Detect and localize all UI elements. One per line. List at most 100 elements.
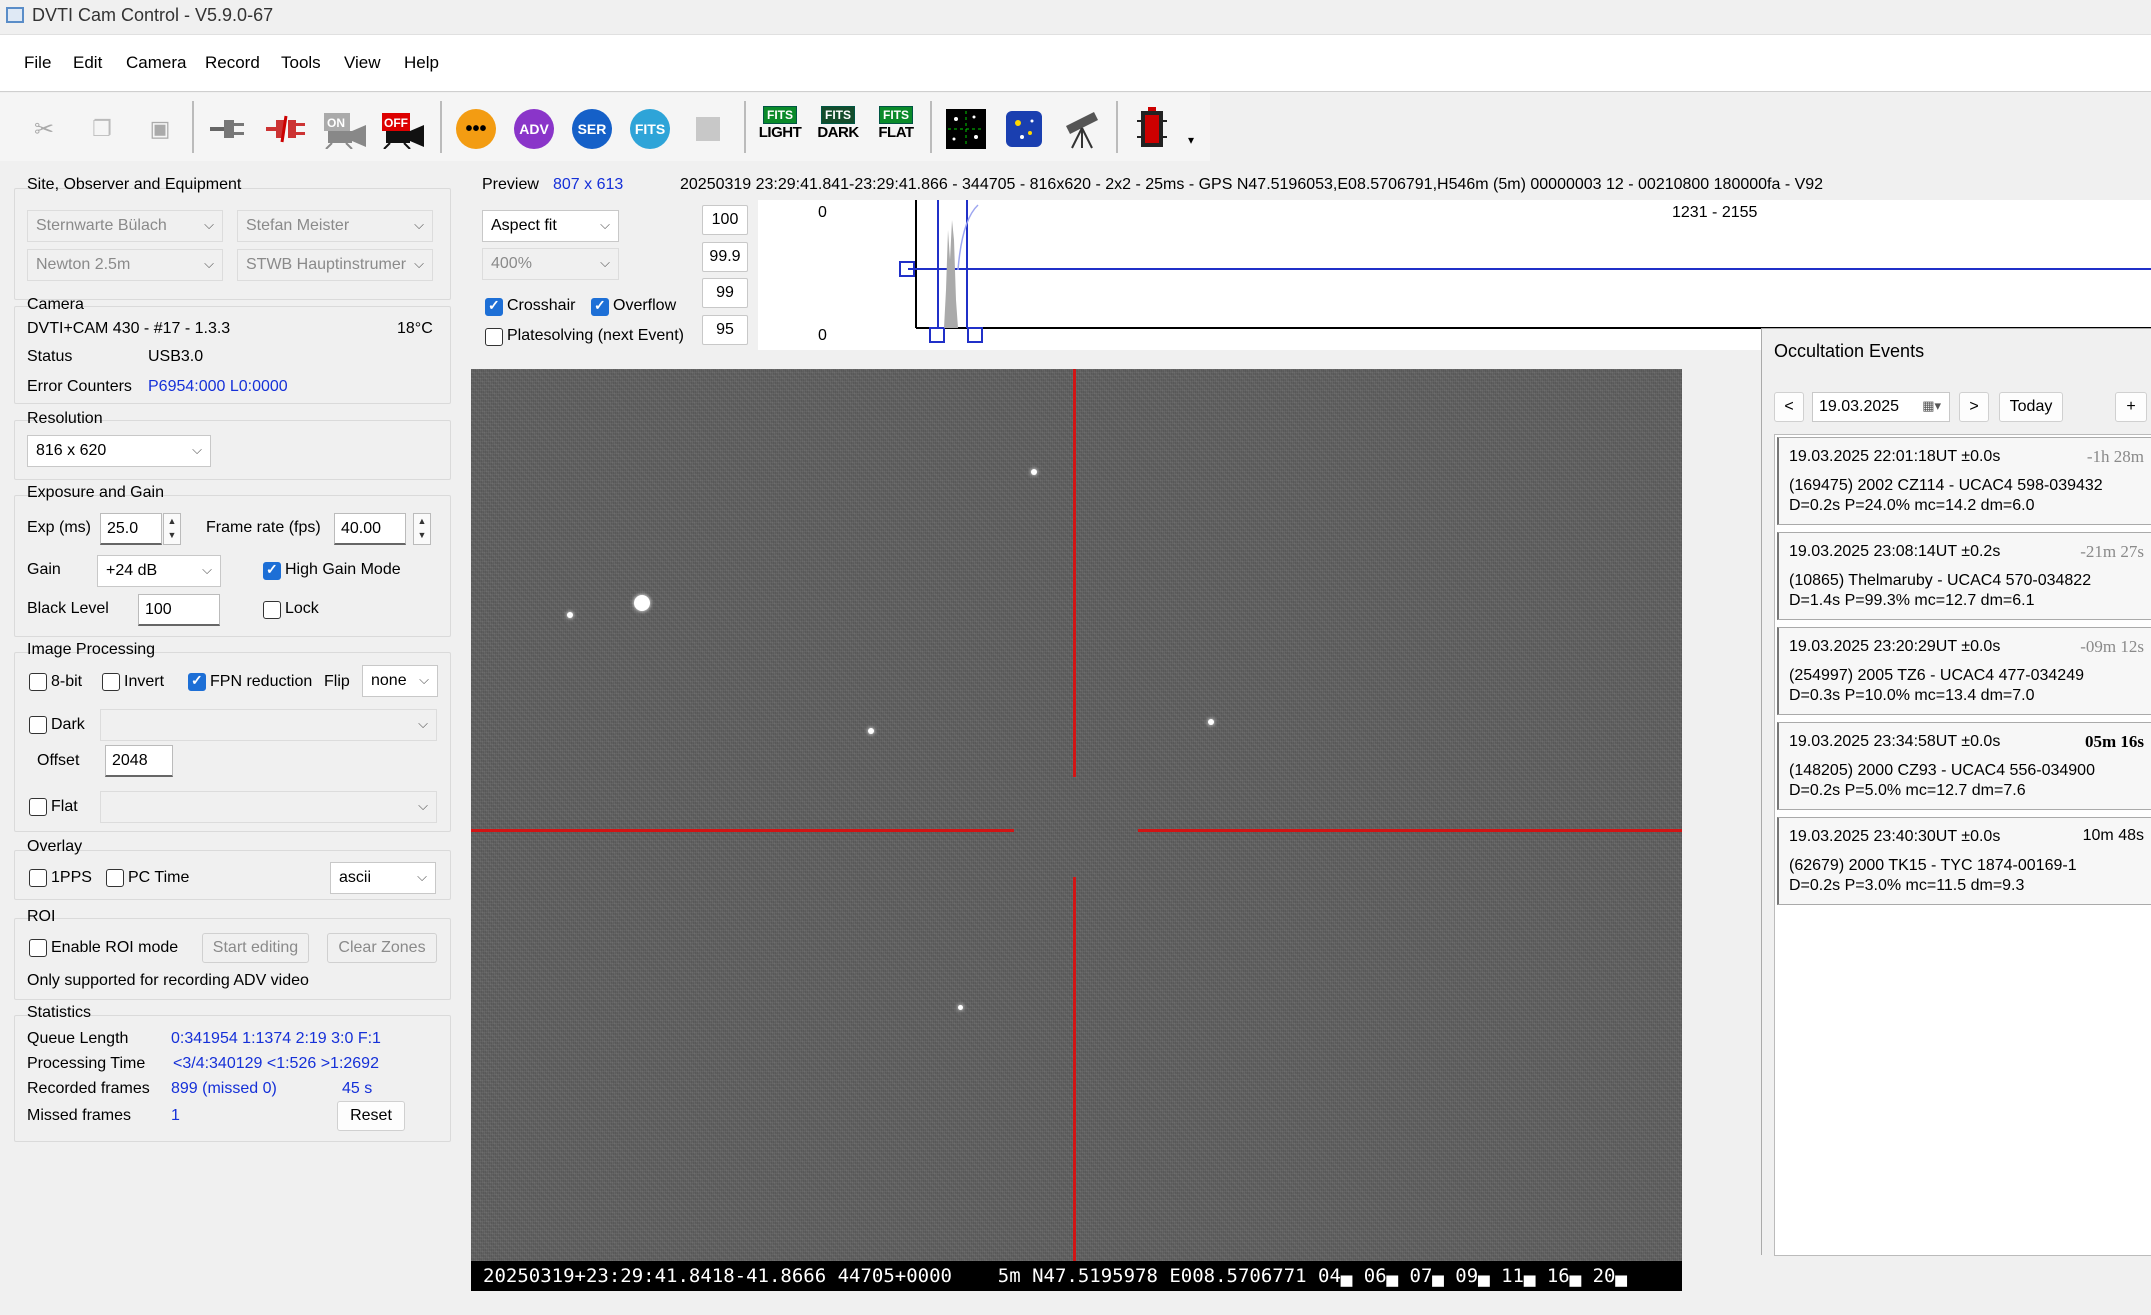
clear-zones-button[interactable]: Clear Zones [327, 933, 437, 963]
menu-edit[interactable]: Edit [73, 53, 102, 73]
flip-label: Flip [324, 673, 350, 690]
site-group-title: Site, Observer and Equipment [27, 176, 242, 193]
record-more-icon[interactable]: ••• [454, 107, 498, 151]
level-99-9[interactable]: 99.9 [702, 242, 748, 272]
event-card[interactable]: 19.03.2025 23:34:58UT ±0.0s 05m 16s (148… [1777, 722, 2151, 810]
invert-checkbox[interactable] [102, 673, 120, 691]
stop-icon[interactable] [686, 107, 730, 151]
recorded-frames-label: Recorded frames [27, 1080, 150, 1097]
paste-icon[interactable]: ▣ [138, 107, 182, 151]
menu-file[interactable]: File [24, 53, 51, 73]
next-date-button[interactable]: > [1959, 392, 1989, 422]
pctime-checkbox[interactable] [106, 869, 124, 887]
recorded-frames-value: 899 (missed 0) [171, 1080, 277, 1097]
missed-frames-label: Missed frames [27, 1107, 132, 1124]
adv-icon[interactable]: ADV [512, 107, 556, 151]
gain-label: Gain [27, 561, 61, 578]
date-picker[interactable]: 19.03.2025 ▦▾ [1812, 392, 1950, 422]
video-overlay-timestamp: 20250319+23:29:41.8418-41.8666 44705+000… [471, 1261, 1682, 1291]
level-95[interactable]: 95 [702, 315, 748, 345]
event-time: 19.03.2025 23:08:14UT ±0.2s [1789, 543, 2001, 560]
gain-combo[interactable]: +24 dB ⌵ [97, 555, 221, 587]
copy-icon[interactable]: ❐ [80, 107, 124, 151]
connect-icon[interactable] [206, 107, 250, 151]
reset-button[interactable]: Reset [337, 1101, 405, 1131]
queue-length-value: 0:341954 1:1374 2:19 3:0 F:1 [171, 1030, 381, 1047]
telescope-icon[interactable] [1060, 107, 1104, 151]
menu-help[interactable]: Help [404, 53, 439, 73]
camera-on-icon[interactable]: ON [322, 107, 370, 151]
exp-spinner[interactable]: ▲ ▼ [163, 513, 181, 545]
flat-checkbox[interactable] [29, 798, 47, 816]
crosshair-label: Crosshair [507, 297, 576, 314]
roi-note: Only supported for recording ADV video [27, 972, 309, 989]
dark-checkbox[interactable] [29, 716, 47, 734]
dark-file-combo: ⌵ [100, 709, 437, 741]
fits-icon[interactable]: FITS [628, 107, 672, 151]
flat-label: Flat [51, 798, 78, 815]
star-field-icon[interactable] [944, 107, 988, 151]
overflow-checkbox[interactable] [591, 297, 609, 316]
aspect-fit-combo[interactable]: Aspect fit ⌵ [482, 210, 619, 242]
menu-camera[interactable]: Camera [126, 53, 186, 73]
event-object: (10865) Thelmaruby - UCAC4 570-034822 [1789, 572, 2092, 589]
battery-icon[interactable] [1130, 107, 1174, 151]
bit8-checkbox[interactable] [29, 673, 47, 691]
event-card[interactable]: 19.03.2025 22:01:18UT ±0.0s -1h 28m (169… [1777, 437, 2151, 525]
site-group [14, 188, 451, 300]
add-event-button[interactable]: + [2115, 392, 2147, 422]
event-relative-time: -1h 28m [2086, 447, 2144, 466]
event-relative-time: -21m 27s [2080, 542, 2144, 561]
fps-spinner[interactable]: ▲ ▼ [413, 513, 431, 545]
video-preview[interactable]: 20250319+23:29:41.8418-41.8666 44705+000… [471, 369, 1682, 1291]
constellation-icon[interactable] [1002, 107, 1046, 151]
menu-view[interactable]: View [344, 53, 381, 73]
event-time: 19.03.2025 23:34:58UT ±0.0s [1789, 733, 2001, 750]
roi-enable-label: Enable ROI mode [51, 939, 179, 956]
menu-tools[interactable]: Tools [281, 53, 321, 73]
event-params: D=1.4s P=99.3% mc=12.7 dm=6.1 [1789, 592, 2035, 609]
crosshair-checkbox[interactable] [485, 297, 503, 316]
app-icon [6, 7, 24, 23]
toolbar: ✂ ❐ ▣ ON OFF ••• ADV SER FITS FITS LIGHT … [0, 93, 1210, 161]
start-editing-button[interactable]: Start editing [202, 933, 309, 963]
star [868, 728, 874, 734]
pps-checkbox[interactable] [29, 869, 47, 887]
level-100[interactable]: 100 [702, 205, 748, 235]
pps-label: 1PPS [51, 869, 92, 886]
overlay-format-combo[interactable]: ascii ⌵ [330, 862, 436, 894]
menu-record[interactable]: Record [205, 53, 260, 73]
event-card[interactable]: 19.03.2025 23:08:14UT ±0.2s -21m 27s (10… [1777, 532, 2151, 620]
offset-input[interactable]: 2048 [105, 745, 173, 777]
high-gain-checkbox[interactable] [263, 561, 281, 580]
exp-input[interactable]: 25.0 [100, 513, 162, 545]
roi-enable-checkbox[interactable] [29, 939, 47, 957]
camera-off-icon[interactable]: OFF [380, 107, 428, 151]
platesolving-checkbox[interactable] [485, 328, 503, 346]
toolbar-overflow-icon[interactable]: ▾ [1188, 133, 1194, 147]
fits-dark-icon[interactable]: FITS DARK [816, 106, 860, 151]
event-object: (62679) 2000 TK15 - TYC 1874-00169-1 [1789, 857, 2077, 874]
level-99[interactable]: 99 [702, 278, 748, 308]
fpn-checkbox[interactable] [188, 672, 206, 691]
black-level-input[interactable]: 100 [138, 594, 220, 626]
flip-combo[interactable]: none ⌵ [362, 665, 438, 697]
roi-title: ROI [27, 908, 56, 925]
today-button[interactable]: Today [1999, 392, 2063, 422]
disconnect-icon[interactable] [264, 107, 308, 151]
lock-checkbox[interactable] [263, 601, 281, 619]
prev-date-button[interactable]: < [1774, 392, 1804, 422]
fits-flat-icon[interactable]: FITS FLAT [874, 106, 918, 151]
cut-icon[interactable]: ✂ [22, 107, 66, 151]
offset-label: Offset [37, 752, 80, 769]
occultation-title: Occultation Events [1774, 341, 1925, 361]
camera-group-title: Camera [27, 296, 84, 313]
ser-icon[interactable]: SER [570, 107, 614, 151]
event-card[interactable]: 19.03.2025 23:20:29UT ±0.0s -09m 12s (25… [1777, 627, 2151, 715]
missed-frames-value: 1 [171, 1107, 180, 1124]
event-card[interactable]: 19.03.2025 23:40:30UT ±0.0s 10m 48s (626… [1777, 817, 2151, 905]
fits-light-icon[interactable]: FITS LIGHT [758, 106, 802, 151]
fps-input[interactable]: 40.00 [334, 513, 406, 545]
camera-status-value: USB3.0 [148, 348, 204, 365]
resolution-combo[interactable]: 816 x 620 ⌵ [27, 435, 211, 467]
